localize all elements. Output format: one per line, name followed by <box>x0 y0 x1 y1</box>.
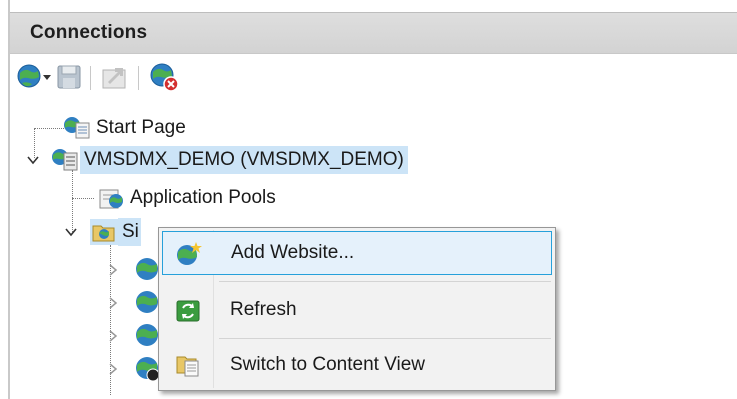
add-website-icon <box>175 240 203 268</box>
menu-label-add-website: Add Website... <box>231 242 355 263</box>
connections-header: Connections <box>10 12 737 54</box>
refresh-icon <box>174 296 202 324</box>
connections-toolbar <box>10 56 737 100</box>
toolbar-separator <box>138 66 139 90</box>
delete-connection-icon[interactable] <box>148 62 182 97</box>
connections-title: Connections <box>30 22 148 43</box>
chevron-right-icon[interactable] <box>106 362 120 376</box>
start-page-icon <box>62 115 92 141</box>
tree-connector <box>72 198 94 199</box>
globe-connect-dropdown-icon[interactable] <box>16 62 54 97</box>
content-view-icon <box>174 351 202 379</box>
tree-node-server[interactable]: VMSDMX_DEMO (VMSDMX_DEMO) <box>50 144 408 176</box>
tree-label-application-pools: Application Pools <box>130 187 276 208</box>
connections-pane: Connections Start Page VMSDMX_DEMO (VMSD… <box>0 0 737 399</box>
tree-label-sites: Si <box>118 218 141 246</box>
server-icon <box>50 147 80 173</box>
tree-connector <box>34 128 64 129</box>
menu-item-refresh[interactable]: Refresh <box>162 288 552 332</box>
chevron-right-icon[interactable] <box>106 296 120 310</box>
menu-item-switch-to-content-view[interactable]: Switch to Content View <box>162 343 552 387</box>
tree-node-sites[interactable]: Si <box>90 216 141 248</box>
toolbar-separator <box>90 66 91 90</box>
tree-node-start-page[interactable]: Start Page <box>62 112 190 144</box>
sites-folder-icon <box>90 219 118 245</box>
tree-node-application-pools[interactable]: Application Pools <box>96 182 280 214</box>
menu-label-switch-to-content-view: Switch to Content View <box>230 354 426 375</box>
context-menu: Add Website... Refresh Switch to Content… <box>158 227 556 391</box>
save-icon[interactable] <box>56 62 82 97</box>
menu-item-add-website[interactable]: Add Website... <box>162 231 552 275</box>
menu-label-refresh: Refresh <box>230 299 297 320</box>
menu-separator <box>219 281 551 282</box>
chevron-right-icon[interactable] <box>106 263 120 277</box>
menu-separator <box>219 338 551 339</box>
up-level-icon[interactable] <box>100 62 130 97</box>
chevron-down-icon[interactable] <box>26 153 40 167</box>
tree-label-server: VMSDMX_DEMO (VMSDMX_DEMO) <box>80 146 408 174</box>
application-pools-icon <box>96 184 126 212</box>
chevron-down-icon[interactable] <box>64 225 78 239</box>
chevron-right-icon[interactable] <box>106 329 120 343</box>
tree-label-start-page: Start Page <box>96 117 186 138</box>
